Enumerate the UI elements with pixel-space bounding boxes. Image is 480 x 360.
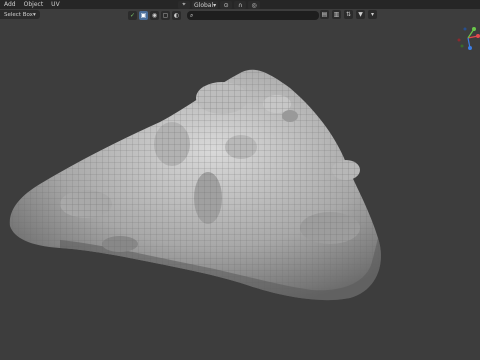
select-box-dropdown[interactable]: Select Box ▾ (0, 10, 40, 19)
magnet-icon[interactable]: ∩ (234, 1, 247, 9)
search-input[interactable] (195, 11, 319, 20)
check-icon[interactable]: ✓ (128, 11, 137, 20)
chevron-down-icon[interactable]: ▾ (368, 10, 377, 19)
eye-icon[interactable]: ◉ (150, 11, 159, 20)
chevron-down-icon: ▾ (213, 1, 217, 9)
cursor-icon[interactable]: ▣ (139, 11, 148, 20)
sort-icon[interactable]: ⇅ (344, 10, 353, 19)
chevron-down-icon: ▾ (32, 11, 36, 18)
menu-uv[interactable]: UV (47, 1, 64, 8)
camera-icon[interactable]: ▢ (161, 11, 170, 20)
funnel-icon[interactable]: ▼ (356, 10, 365, 19)
axes-icon[interactable]: ⌖ (178, 1, 190, 9)
menu-add[interactable]: Add (0, 1, 20, 8)
navigation-gizmo[interactable] (456, 26, 480, 50)
viewport-mesh-render[interactable] (0, 0, 480, 360)
menu-object[interactable]: Object (20, 1, 48, 8)
new-collection-icon[interactable]: ▤ (320, 10, 329, 19)
transform-orientation-dropdown[interactable]: Global ▾ (192, 1, 219, 9)
circle-icon[interactable]: ◎ (248, 1, 261, 9)
render-icon[interactable]: ◐ (172, 11, 181, 20)
header-transform-controls: ⌖ Global ▾ ⊙ ∩ ◎ (178, 1, 261, 9)
search-field[interactable]: ⌕ (187, 11, 319, 20)
pivot-icon[interactable]: ⊙ (220, 1, 233, 9)
search-icon: ⌕ (190, 11, 194, 19)
select-mode-label: Select Box (4, 11, 33, 18)
view-icon[interactable]: ▥ (332, 10, 341, 19)
transform-orientation-label: Global (194, 1, 214, 9)
outliner-right-tools: ▤ ▥ ⇅ ▼ ▾ (320, 10, 377, 19)
